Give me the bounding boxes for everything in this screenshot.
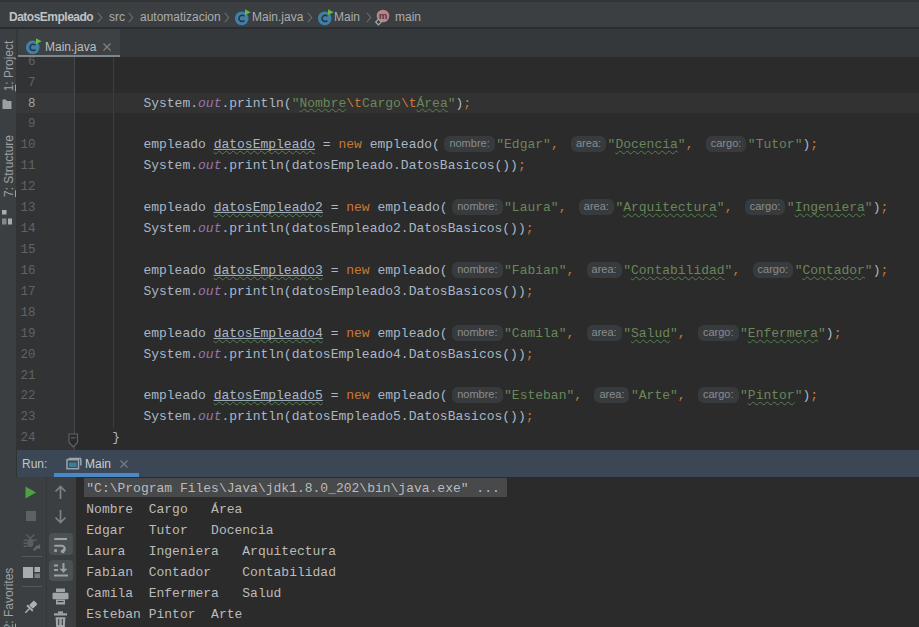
svg-text:m: m (379, 10, 387, 21)
